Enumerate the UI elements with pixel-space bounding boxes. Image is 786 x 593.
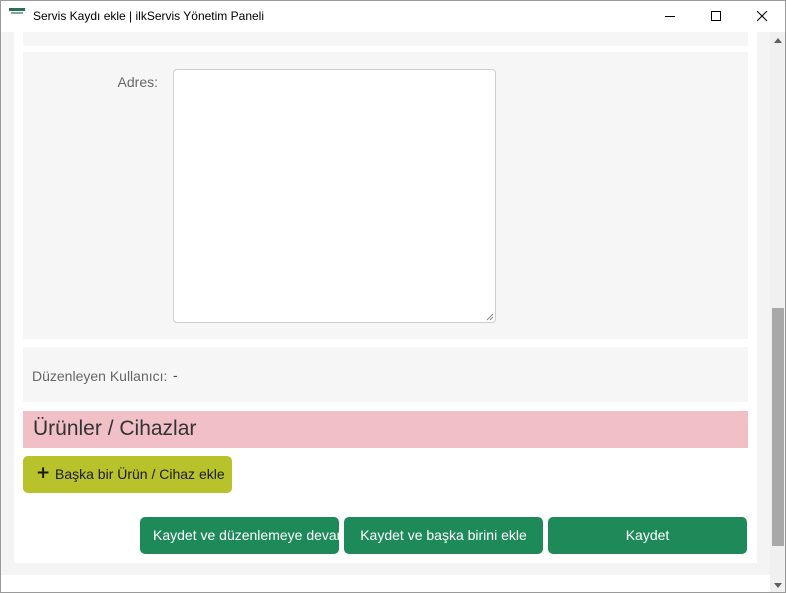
editor-user-label: Düzenleyen Kullanıcı: bbox=[32, 368, 168, 384]
window-title: Servis Kaydı ekle | ilkServis Yönetim Pa… bbox=[33, 9, 264, 23]
scroll-thumb[interactable] bbox=[772, 308, 784, 546]
save-and-add-another-label: Kaydet ve başka birini ekle bbox=[360, 527, 527, 543]
address-label: Adres: bbox=[117, 74, 158, 90]
resize-grip-icon[interactable] bbox=[486, 313, 494, 321]
content-viewport: Adres: Düzenleyen Kullanıcı: - Ürünler /… bbox=[1, 32, 770, 575]
close-button[interactable] bbox=[740, 1, 785, 32]
scroll-down-button[interactable] bbox=[770, 577, 785, 592]
app-window: Servis Kaydı ekle | ilkServis Yönetim Pa… bbox=[0, 0, 786, 593]
add-product-label: Başka bir Ürün / Cihaz ekle bbox=[55, 466, 225, 482]
scroll-up-button[interactable] bbox=[770, 32, 785, 49]
products-section-header: Ürünler / Cihazlar bbox=[23, 411, 748, 448]
app-logo-icon bbox=[9, 8, 25, 22]
minimize-button[interactable] bbox=[648, 1, 694, 32]
address-row: Adres: bbox=[23, 52, 748, 339]
minimize-icon bbox=[665, 16, 675, 17]
editor-user-value: - bbox=[173, 367, 178, 383]
title-bar: Servis Kaydı ekle | ilkServis Yönetim Pa… bbox=[1, 1, 785, 32]
save-and-add-another-button[interactable]: Kaydet ve başka birini ekle bbox=[344, 517, 543, 554]
chevron-down-icon bbox=[774, 583, 782, 588]
save-button[interactable]: Kaydet bbox=[548, 517, 747, 554]
vertical-scrollbar[interactable] bbox=[770, 32, 785, 592]
plus-icon: + bbox=[36, 463, 51, 483]
products-section-title: Ürünler / Cihazlar bbox=[33, 417, 197, 440]
chevron-up-icon bbox=[774, 38, 782, 43]
form-page: Adres: Düzenleyen Kullanıcı: - Ürünler /… bbox=[14, 32, 757, 563]
save-and-continue-button[interactable]: Kaydet ve düzenlemeye devam et bbox=[140, 517, 339, 554]
close-icon bbox=[757, 11, 768, 22]
previous-form-row bbox=[23, 32, 748, 46]
save-and-continue-label: Kaydet ve düzenlemeye devam et bbox=[153, 527, 339, 543]
editor-user-row: Düzenleyen Kullanıcı: - bbox=[23, 347, 748, 402]
save-label: Kaydet bbox=[625, 527, 670, 543]
maximize-icon bbox=[711, 11, 721, 21]
add-product-button[interactable]: + Başka bir Ürün / Cihaz ekle bbox=[23, 456, 232, 493]
maximize-button[interactable] bbox=[694, 1, 740, 32]
address-textarea[interactable] bbox=[173, 69, 496, 323]
